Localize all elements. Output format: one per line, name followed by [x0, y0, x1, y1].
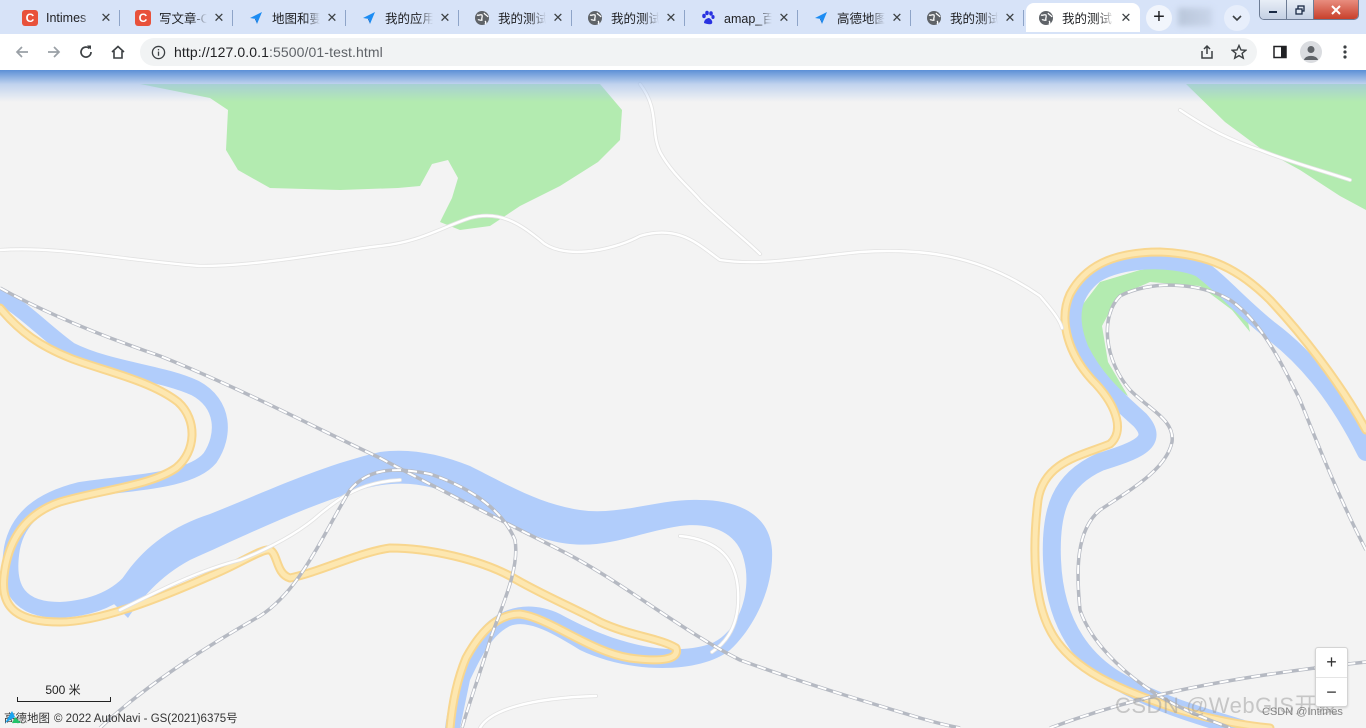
browser-tab[interactable]: 我的测试 ✕ [1026, 3, 1140, 32]
zoom-in-button[interactable]: + [1316, 648, 1347, 677]
close-icon [1331, 4, 1341, 15]
scale-line [17, 697, 111, 702]
restore-icon [1295, 4, 1305, 15]
tab-close-icon[interactable]: ✕ [1118, 10, 1134, 26]
forward-button[interactable] [42, 40, 66, 64]
scale-bar: 500 米 [15, 681, 111, 703]
map-copyright[interactable]: © 2022 AutoNavi - GS(2021)6375号 [54, 710, 238, 726]
browser-tab[interactable]: 地图和要 ✕ [236, 3, 346, 32]
window-controls [1259, 0, 1359, 20]
side-panel-icon [1273, 45, 1287, 59]
baidu-paw-icon [700, 10, 716, 26]
amap-logo-icon [5, 711, 21, 723]
tab-title: 地图和要 [272, 12, 320, 26]
browser-toolbar: http://127.0.0.1:5500/01-test.html [0, 34, 1366, 70]
forest-area [140, 84, 622, 230]
csdn-watermark-small: CSDN @Intimes [1262, 706, 1343, 718]
tab-close-icon[interactable]: ✕ [550, 10, 566, 26]
amap-icon [813, 10, 829, 26]
tab-separator [345, 10, 346, 26]
browser-tab[interactable]: C 写文章-C ✕ [123, 3, 233, 32]
forest-area [1186, 84, 1366, 210]
tab-title: Intimes [46, 10, 87, 25]
tab-search-button[interactable] [1224, 5, 1250, 31]
amap-icon [248, 10, 264, 26]
tab-title: 高德地图 [837, 12, 885, 26]
globe-icon [926, 10, 942, 26]
browser-tab[interactable]: 高德地图 ✕ [801, 3, 911, 32]
arrow-left-icon [15, 46, 28, 58]
tab-close-icon[interactable]: ✕ [437, 10, 453, 26]
tab-close-icon[interactable]: ✕ [776, 10, 792, 26]
side-panel-button[interactable] [1268, 40, 1292, 64]
new-tab-button[interactable]: + [1146, 5, 1172, 31]
home-button[interactable] [106, 40, 130, 64]
globe-icon [587, 10, 603, 26]
profile-avatar[interactable] [1300, 41, 1322, 63]
map-top-shade [0, 70, 1366, 102]
browser-tab[interactable]: 我的应用 ✕ [349, 3, 459, 32]
tab-title: 我的测试 [611, 12, 659, 26]
browser-tab[interactable]: amap_百 ✕ [688, 3, 798, 32]
reload-icon [80, 45, 92, 58]
menu-button[interactable] [1333, 40, 1357, 64]
person-icon [1304, 46, 1318, 60]
tab-close-icon[interactable]: ✕ [1002, 10, 1018, 26]
tab-strip: C Intimes ✕ C 写文章-C ✕ 地图和要 ✕ 我的应用 ✕ 我的测试 ✕ 我的测试 ✕ amap… [0, 0, 1366, 34]
address-bar[interactable]: http://127.0.0.1:5500/01-test.html [140, 38, 1257, 66]
browser-tab[interactable]: 我的测试 ✕ [914, 3, 1024, 32]
globe-icon [474, 10, 490, 26]
browser-tab[interactable]: 我的测试 ✕ [575, 3, 685, 32]
map-attribution: 高德地图 © 2022 AutoNavi - GS(2021)6375号 [4, 709, 238, 727]
tab-separator [119, 10, 120, 26]
minimize-icon [1269, 10, 1277, 13]
tab-close-icon[interactable]: ✕ [211, 10, 227, 26]
tab-separator [797, 10, 798, 26]
minimize-button[interactable] [1260, 0, 1287, 19]
close-window-button[interactable] [1314, 0, 1358, 19]
browser-tab[interactable]: 我的测试 ✕ [462, 3, 572, 32]
tab-separator [458, 10, 459, 26]
browser-tab[interactable]: C Intimes ✕ [10, 3, 120, 32]
blurred-region [1178, 8, 1212, 26]
map-view[interactable]: CSDN @WebGIS开发 CSDN @Intimes + − 500 米 高… [0, 70, 1366, 728]
globe-icon [1038, 10, 1054, 26]
chevron-down-icon [1232, 15, 1242, 22]
info-icon[interactable] [150, 44, 166, 60]
tab-title: amap_百 [724, 12, 772, 26]
river [110, 450, 773, 728]
reload-button[interactable] [74, 40, 98, 64]
map-canvas [0, 82, 1366, 728]
tab-title: 写文章-C [159, 12, 207, 26]
restore-button[interactable] [1287, 0, 1314, 19]
home-icon [111, 45, 125, 59]
tab-separator [1023, 10, 1024, 26]
zoom-out-button[interactable]: − [1316, 677, 1347, 707]
tab-separator [571, 10, 572, 26]
tab-separator [232, 10, 233, 26]
tab-title: 我的测试 [498, 12, 546, 26]
tab-title: 我的测试 [1062, 12, 1113, 26]
tab-close-icon[interactable]: ✕ [663, 10, 679, 26]
tab-close-icon[interactable]: ✕ [889, 10, 905, 26]
share-icon[interactable] [1199, 44, 1215, 60]
tab-close-icon[interactable]: ✕ [98, 10, 114, 26]
tab-close-icon[interactable]: ✕ [324, 10, 340, 26]
tab-separator [910, 10, 911, 26]
arrow-right-icon [48, 46, 61, 58]
amap-icon [361, 10, 377, 26]
tab-separator [684, 10, 685, 26]
back-button[interactable] [10, 40, 34, 64]
zoom-control: + − [1315, 647, 1348, 707]
address-url: http://127.0.0.1:5500/01-test.html [174, 44, 383, 60]
tab-title: 我的应用 [385, 12, 433, 26]
csdn-icon: C [22, 9, 38, 26]
kebab-menu-icon [1343, 45, 1347, 59]
tab-title: 我的测试 [950, 12, 998, 26]
bookmark-star-icon[interactable] [1231, 44, 1247, 60]
scale-label: 500 米 [45, 683, 81, 697]
csdn-icon: C [135, 9, 151, 26]
